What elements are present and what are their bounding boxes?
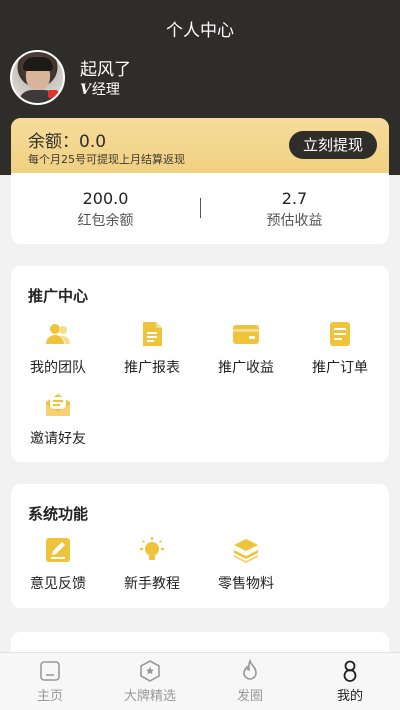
balance-amount: 余额：0.0 xyxy=(28,132,107,152)
stat-label: 红包余额 xyxy=(77,213,134,229)
grid-item-promo-report[interactable]: 推广报表 xyxy=(105,320,199,377)
earnings-card-icon xyxy=(233,325,259,344)
section-title: 推广中心 xyxy=(28,287,89,305)
grid-item-feedback[interactable]: 意见反馈 xyxy=(11,536,105,593)
member-level: V经理 xyxy=(80,79,120,99)
vip-level-icon: V xyxy=(80,82,91,98)
nav-label: 发圈 xyxy=(236,689,263,704)
grid-item-invite-friends[interactable]: 邀请好友 xyxy=(11,391,105,448)
nav-mine[interactable]: 我的 xyxy=(300,659,400,704)
bottom-nav: 主页 大牌精选 发圈 我的 xyxy=(0,652,400,710)
stat-value: 200.0 xyxy=(82,189,129,208)
nav-brand-picks[interactable]: 大牌精选 xyxy=(100,659,200,704)
username: 起风了 xyxy=(80,60,131,80)
grid-item-tutorial[interactable]: 新手教程 xyxy=(105,536,199,593)
system-functions-card: 系统功能 意见反馈 新手教程 零售物料 xyxy=(11,484,389,608)
profile-icon xyxy=(343,660,357,682)
order-icon xyxy=(330,322,350,346)
balance-banner: 余额：0.0 每个月25号可提现上月结算返现 立刻提现 xyxy=(11,118,389,173)
balance-card: 余额：0.0 每个月25号可提现上月结算返现 立刻提现 200.0 红包余额 2… xyxy=(11,118,389,244)
flame-icon xyxy=(243,659,257,680)
avatar[interactable] xyxy=(10,50,65,105)
stat-label: 预估收益 xyxy=(266,213,323,229)
nav-moments[interactable]: 发圈 xyxy=(200,659,300,704)
nav-label: 主页 xyxy=(36,689,63,704)
grid-label: 我的团队 xyxy=(30,360,86,376)
page-title: 个人中心 xyxy=(166,21,234,41)
tutorial-bulb-icon xyxy=(140,537,164,560)
nav-home[interactable]: 主页 xyxy=(0,659,100,704)
grid-label: 邀请好友 xyxy=(30,431,86,447)
feedback-edit-icon xyxy=(46,538,70,562)
promotion-center-card: 推广中心 我的团队 推广报表 推广收益 推广订单 邀请好友 xyxy=(11,266,389,462)
withdraw-button[interactable]: 立刻提现 xyxy=(289,131,377,159)
grid-label: 新手教程 xyxy=(124,576,180,592)
grid-label: 推广收益 xyxy=(218,360,274,376)
grid-label: 零售物料 xyxy=(218,576,274,592)
grid-label: 意见反馈 xyxy=(30,576,86,592)
red-packet-balance[interactable]: 200.0 红包余额 xyxy=(11,189,200,230)
brand-star-icon xyxy=(140,660,160,682)
nav-label: 我的 xyxy=(336,689,363,704)
grid-label: 推广订单 xyxy=(312,360,368,376)
team-icon xyxy=(46,324,70,344)
grid-item-promo-earnings[interactable]: 推广收益 xyxy=(199,320,293,377)
invite-mail-icon xyxy=(46,394,70,416)
home-icon xyxy=(40,661,60,681)
section-title: 系统功能 xyxy=(28,505,89,523)
grid-item-retail-materials[interactable]: 零售物料 xyxy=(199,536,293,593)
estimated-earnings[interactable]: 2.7 预估收益 xyxy=(200,189,389,230)
stat-value: 2.7 xyxy=(281,189,308,208)
grid-item-promo-orders[interactable]: 推广订单 xyxy=(293,320,387,377)
materials-layers-icon xyxy=(234,539,258,563)
level-label: 经理 xyxy=(91,82,120,98)
report-icon xyxy=(143,322,162,346)
nav-label: 大牌精选 xyxy=(123,689,176,704)
grid-item-my-team[interactable]: 我的团队 xyxy=(11,320,105,377)
grid-label: 推广报表 xyxy=(124,360,180,376)
balance-note: 每个月25号可提现上月结算返现 xyxy=(28,153,185,166)
